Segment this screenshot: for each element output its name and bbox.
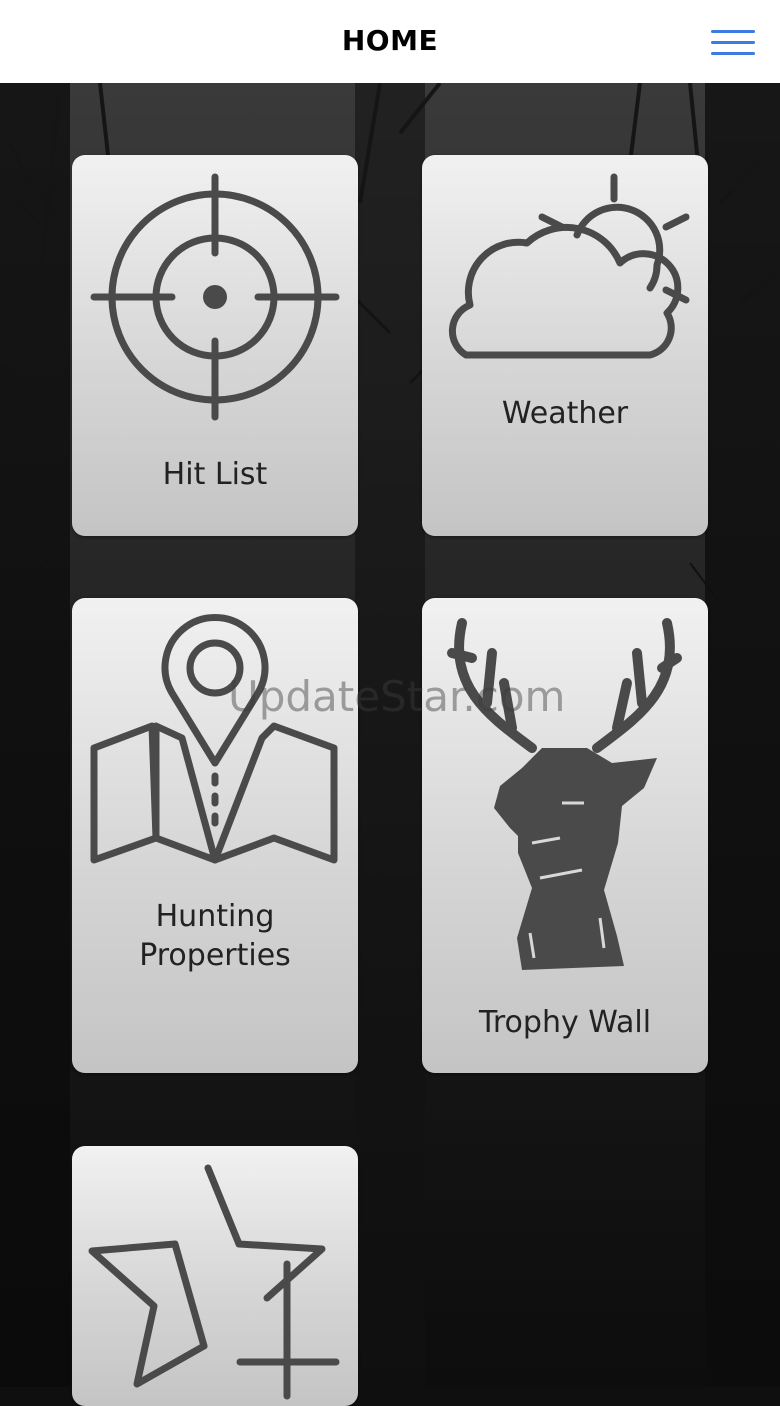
hamburger-icon-line bbox=[711, 41, 755, 44]
tile-label-line1: Hunting bbox=[155, 899, 275, 934]
cloud-sun-icon bbox=[448, 173, 690, 359]
hamburger-menu-button[interactable] bbox=[705, 26, 761, 60]
tile-hit-list[interactable]: Hit List bbox=[72, 155, 358, 536]
tile-label: Hit List bbox=[162, 457, 268, 492]
tile-label: Weather bbox=[501, 396, 629, 431]
star-add-icon bbox=[88, 1164, 340, 1400]
tile-trophy-wall[interactable]: Trophy Wall bbox=[422, 598, 708, 1073]
tile-label: Trophy Wall bbox=[478, 1005, 652, 1040]
tile-add-favorite[interactable] bbox=[72, 1146, 358, 1406]
hamburger-icon bbox=[711, 30, 755, 33]
deer-head-icon bbox=[447, 618, 682, 970]
tile-hunting-properties[interactable]: Hunting Properties bbox=[72, 598, 358, 1073]
watermark-text: UpdateStar.com bbox=[228, 672, 566, 721]
tile-label-line2: Properties bbox=[139, 938, 291, 973]
page-title: HOME bbox=[341, 24, 439, 57]
tile-weather[interactable]: Weather bbox=[422, 155, 708, 536]
map-pin-icon bbox=[90, 613, 338, 864]
app-header: HOME bbox=[0, 0, 780, 83]
hamburger-icon-line bbox=[711, 52, 755, 55]
crosshair-icon bbox=[90, 173, 340, 421]
